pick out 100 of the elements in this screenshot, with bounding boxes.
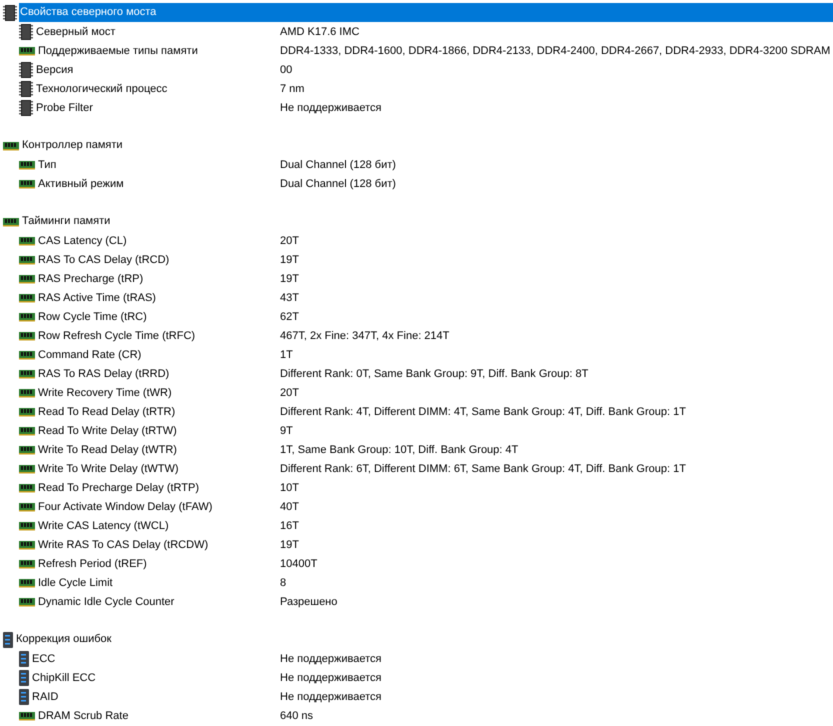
property-value: 8 (280, 576, 288, 588)
property-name[interactable]: Технологический процесс (36, 82, 168, 94)
property-name[interactable]: Северный мост (36, 26, 116, 38)
property-name[interactable]: Four Activate Window Delay (tFAW) (38, 500, 212, 512)
property-name[interactable]: Write CAS Latency (tWCL) (38, 520, 169, 532)
property-name[interactable]: RAS To RAS Delay (tRRD) (38, 368, 170, 380)
chip-icon (19, 100, 33, 116)
property-value: 16T (280, 520, 300, 532)
property-name[interactable]: DRAM Scrub Rate (38, 710, 128, 722)
memory-module-icon (19, 520, 35, 530)
property-name[interactable]: RAS Active Time (tRAS) (38, 292, 156, 304)
chip-icon (19, 80, 33, 96)
property-value: 7 nm (280, 82, 306, 94)
section-title[interactable]: Коррекция ошибок (15, 630, 833, 649)
memory-module-icon (19, 274, 35, 284)
property-value: 19T (280, 538, 300, 550)
property-value: 43T (280, 292, 300, 304)
memory-module-icon (19, 710, 35, 720)
memory-module-icon (19, 464, 35, 474)
server-icon (3, 632, 13, 648)
property-value: 467T, 2x Fine: 347T, 4x Fine: 214T (280, 330, 450, 342)
property-value: DDR4-1333, DDR4-1600, DDR4-1866, DDR4-2133, DDR4-2400, DDR4-2667, DDR4-2933, DDR4-3200 SDRAM (280, 44, 832, 56)
property-name[interactable]: Idle Cycle Limit (38, 576, 113, 588)
property-name[interactable]: RAS To CAS Delay (tRCD) (38, 254, 170, 266)
property-name[interactable]: Активный режим (38, 178, 124, 190)
property-value: 9T (280, 424, 294, 436)
property-value: 10T (280, 482, 300, 494)
property-name[interactable]: Command Rate (CR) (38, 348, 142, 360)
memory-module-icon (19, 596, 35, 606)
property-value: 20T (280, 234, 300, 246)
property-name[interactable]: RAID (32, 690, 58, 702)
memory-module-icon (19, 406, 35, 416)
property-name[interactable]: Write To Read Delay (tWTR) (38, 444, 177, 456)
chip-icon (19, 62, 33, 78)
property-value: 19T (280, 254, 300, 266)
memory-module-icon (19, 330, 35, 340)
property-value: Не поддерживается (280, 690, 382, 702)
property-name[interactable]: Row Refresh Cycle Time (tRFC) (38, 330, 196, 342)
property-name[interactable]: Write RAS To CAS Delay (tRCDW) (38, 538, 208, 550)
property-value: 40T (280, 500, 300, 512)
memory-module-icon (19, 350, 35, 360)
memory-module-icon (19, 426, 35, 436)
property-value: Different Rank: 6T, Different DIMM: 6T, Same Bank Group: 4T, Diff. Bank Group: 1T (280, 462, 687, 474)
property-value: Разрешено (280, 596, 338, 608)
memory-module-icon (19, 178, 35, 188)
memory-module-icon (19, 444, 35, 454)
memory-module-icon (19, 254, 35, 264)
property-name[interactable]: Refresh Period (tREF) (38, 558, 147, 570)
memory-module-icon (19, 312, 35, 322)
property-value: Dual Channel (128 бит) (280, 158, 397, 170)
property-name[interactable]: Тип (38, 158, 56, 170)
property-name[interactable]: ChipKill ECC (32, 672, 96, 684)
memory-module-icon (19, 502, 35, 512)
property-name[interactable]: Read To Write Delay (tRTW) (38, 424, 177, 436)
property-name[interactable]: Read To Precharge Delay (tRTP) (38, 482, 199, 494)
property-name[interactable]: Dynamic Idle Cycle Counter (38, 596, 174, 608)
memory-module-icon (19, 292, 35, 302)
property-name[interactable]: Поддерживаемые типы памяти (38, 44, 198, 56)
memory-module-icon (19, 482, 35, 492)
chip-icon (3, 4, 17, 20)
section-title[interactable]: Тайминги памяти (21, 212, 833, 231)
property-value: 1T, Same Bank Group: 10T, Diff. Bank Group: 4T (280, 444, 520, 456)
property-value: Different Rank: 4T, Different DIMM: 4T, Same Bank Group: 4T, Diff. Bank Group: 1T (280, 406, 687, 418)
property-value: 62T (280, 310, 300, 322)
property-value: AMD K17.6 IMC (280, 26, 360, 38)
memory-module-icon (19, 578, 35, 588)
property-value: Не поддерживается (280, 652, 382, 664)
property-name[interactable]: Probe Filter (36, 102, 93, 114)
memory-module-icon (19, 388, 35, 398)
server-icon (19, 688, 29, 704)
server-icon (19, 670, 29, 686)
memory-module-icon (19, 160, 35, 170)
memory-module-icon (19, 540, 35, 550)
server-icon (19, 650, 29, 666)
property-name[interactable]: Версия (36, 64, 74, 76)
property-value: 640 ns (280, 710, 314, 722)
chip-icon (19, 24, 33, 40)
property-value: 1T (280, 348, 294, 360)
property-name[interactable]: CAS Latency (CL) (38, 234, 127, 246)
property-value: Не поддерживается (280, 102, 382, 114)
section-title[interactable]: Свойства северного моста (19, 3, 833, 22)
property-value: 20T (280, 386, 300, 398)
property-name[interactable]: Write Recovery Time (tWR) (38, 386, 172, 398)
section-title[interactable]: Контроллер памяти (21, 136, 833, 155)
property-value: 19T (280, 272, 300, 284)
property-name[interactable]: RAS Precharge (tRP) (38, 272, 144, 284)
property-value: Dual Channel (128 бит) (280, 178, 397, 190)
property-value: 10400T (280, 558, 318, 570)
property-value: Не поддерживается (280, 672, 382, 684)
memory-module-icon (3, 140, 19, 150)
property-name[interactable]: Row Cycle Time (tRC) (38, 310, 147, 322)
property-name[interactable]: Write To Write Delay (tWTW) (38, 462, 179, 474)
property-value: Different Rank: 0T, Same Bank Group: 9T, Diff. Bank Group: 8T (280, 368, 590, 380)
memory-module-icon (3, 216, 19, 226)
memory-module-icon (19, 368, 35, 378)
memory-module-icon (19, 236, 35, 246)
memory-module-icon (19, 46, 35, 56)
property-name[interactable]: ECC (32, 652, 56, 664)
property-name[interactable]: Read To Read Delay (tRTR) (38, 406, 176, 418)
property-value: 00 (280, 64, 294, 76)
